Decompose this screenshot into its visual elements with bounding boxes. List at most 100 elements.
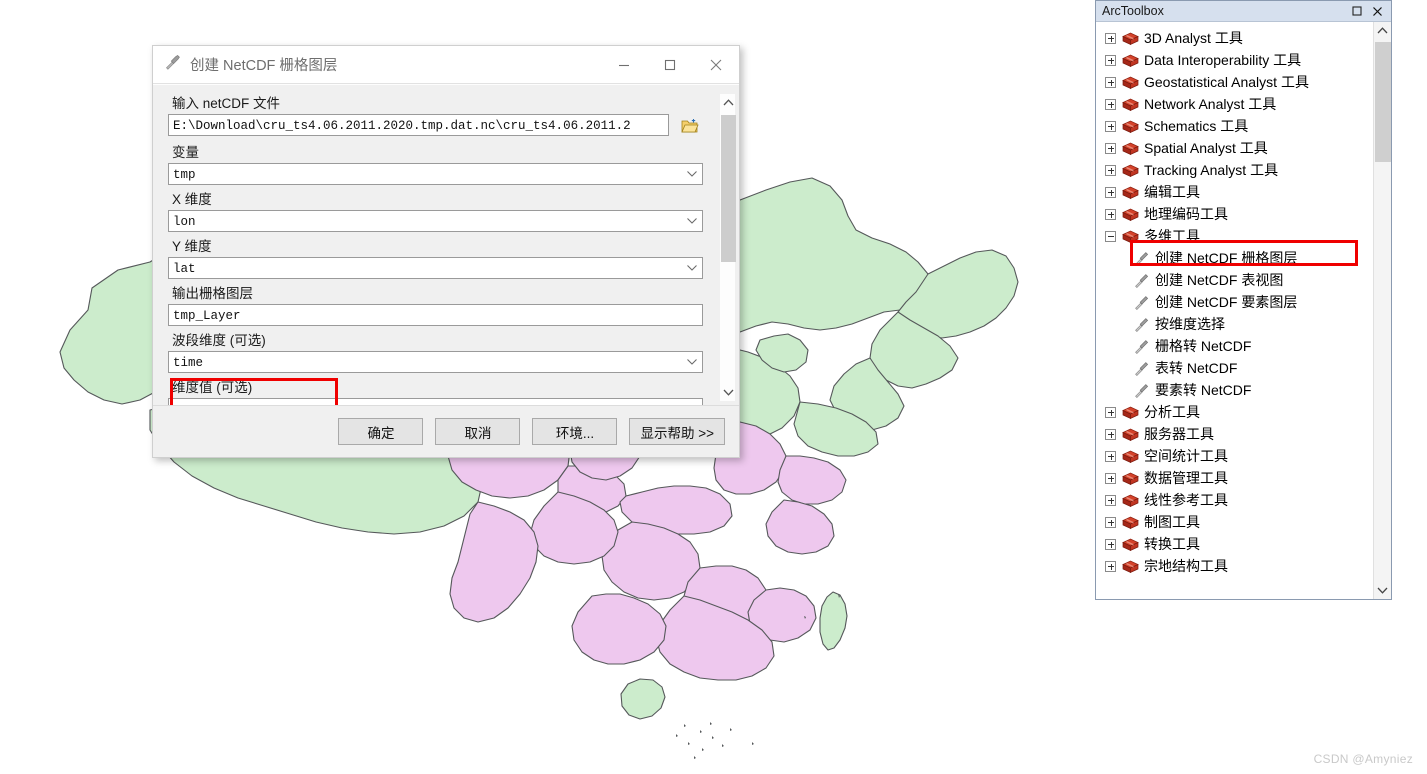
tree-item-label: Geostatistical Analyst 工具 bbox=[1144, 74, 1309, 90]
expand-icon[interactable] bbox=[1105, 164, 1116, 176]
expand-icon[interactable] bbox=[1105, 186, 1116, 198]
tree-item-5[interactable]: Spatial Analyst 工具 bbox=[1105, 137, 1373, 159]
scroll-up-icon[interactable] bbox=[720, 94, 737, 111]
y-dimension-combo[interactable]: lat bbox=[168, 257, 703, 279]
minimize-button[interactable] bbox=[601, 46, 647, 84]
tree-item-9[interactable]: 多维工具 bbox=[1105, 225, 1373, 247]
tree-item-24[interactable]: 宗地结构工具 bbox=[1105, 555, 1373, 577]
tree-item-12[interactable]: 创建 NetCDF 要素图层 bbox=[1105, 291, 1373, 313]
expand-icon[interactable] bbox=[1105, 450, 1116, 462]
expand-icon[interactable] bbox=[1105, 428, 1116, 440]
band-dimension-label: 波段维度 (可选) bbox=[172, 333, 266, 348]
chevron-down-icon bbox=[687, 359, 697, 365]
expand-icon[interactable] bbox=[1105, 494, 1116, 506]
ok-button[interactable]: 确定 bbox=[338, 418, 424, 445]
tree-item-label: 宗地结构工具 bbox=[1144, 558, 1228, 574]
toolbox-icon bbox=[1122, 493, 1139, 508]
dialog-scroll-track[interactable] bbox=[720, 111, 737, 384]
tree-item-3[interactable]: Network Analyst 工具 bbox=[1105, 93, 1373, 115]
expand-icon[interactable] bbox=[1105, 516, 1116, 528]
hammer-icon bbox=[163, 53, 181, 76]
tree-item-label: 创建 NetCDF 栅格图层 bbox=[1155, 250, 1298, 266]
tree-item-label: 转换工具 bbox=[1144, 536, 1200, 552]
expand-icon[interactable] bbox=[1105, 120, 1116, 132]
output-raster-layer-input[interactable]: tmp_Layer bbox=[168, 304, 703, 326]
tree-item-23[interactable]: 转换工具 bbox=[1105, 533, 1373, 555]
dimension-values-row bbox=[168, 398, 703, 405]
collapse-icon[interactable] bbox=[1105, 230, 1116, 242]
toolbox-icon bbox=[1122, 559, 1139, 574]
arctoolbox-titlebar[interactable]: ArcToolbox bbox=[1096, 1, 1391, 22]
arctoolbox-scroll-thumb[interactable] bbox=[1375, 42, 1391, 162]
tree-item-14[interactable]: 栅格转 NetCDF bbox=[1105, 335, 1373, 357]
expand-icon[interactable] bbox=[1105, 54, 1116, 66]
arctoolbox-close-button[interactable] bbox=[1370, 4, 1384, 18]
expand-icon[interactable] bbox=[1105, 538, 1116, 550]
toolbox-icon bbox=[1122, 427, 1139, 442]
cancel-button[interactable]: 取消 bbox=[435, 418, 521, 445]
arctoolbox-scroll-up-icon[interactable] bbox=[1374, 22, 1391, 39]
screen-root: CSDN @Amyniez 创建 NetCDF 栅格图层 输入 netCDF 文… bbox=[0, 0, 1427, 774]
maximize-button[interactable] bbox=[647, 46, 693, 84]
tree-item-6[interactable]: Tracking Analyst 工具 bbox=[1105, 159, 1373, 181]
tree-item-label: 服务器工具 bbox=[1144, 426, 1214, 442]
dimension-values-combo[interactable] bbox=[168, 398, 703, 405]
expand-icon[interactable] bbox=[1105, 32, 1116, 44]
tree-item-19[interactable]: 空间统计工具 bbox=[1105, 445, 1373, 467]
tree-item-18[interactable]: 服务器工具 bbox=[1105, 423, 1373, 445]
dialog-scrollbar[interactable] bbox=[719, 93, 736, 402]
tree-item-1[interactable]: Data Interoperability 工具 bbox=[1105, 49, 1373, 71]
expand-icon[interactable] bbox=[1105, 560, 1116, 572]
scroll-down-icon[interactable] bbox=[720, 384, 737, 401]
browse-folder-button[interactable] bbox=[677, 114, 703, 138]
hammer-icon bbox=[1133, 361, 1149, 376]
dialog-button-bar: 确定 取消 环境... 显示帮助 >> bbox=[153, 405, 739, 457]
tree-item-20[interactable]: 数据管理工具 bbox=[1105, 467, 1373, 489]
arctoolbox-window-controls bbox=[1350, 4, 1391, 18]
tree-item-10[interactable]: 创建 NetCDF 栅格图层 bbox=[1105, 247, 1373, 269]
dialog-titlebar[interactable]: 创建 NetCDF 栅格图层 bbox=[153, 46, 739, 84]
dialog-title: 创建 NetCDF 栅格图层 bbox=[190, 58, 338, 74]
tree-item-8[interactable]: 地理编码工具 bbox=[1105, 203, 1373, 225]
arctoolbox-tree: 3D Analyst 工具 Data Interoperability 工具 Geo… bbox=[1096, 22, 1373, 599]
band-dimension-combo[interactable]: time bbox=[168, 351, 703, 373]
arctoolbox-panel: ArcToolbox 3D Analyst 工具 Data Interoperab… bbox=[1095, 0, 1392, 600]
close-button[interactable] bbox=[693, 46, 739, 84]
variable-combo[interactable]: tmp bbox=[168, 163, 703, 185]
dialog-scroll-thumb[interactable] bbox=[721, 115, 736, 262]
arctoolbox-maximize-button[interactable] bbox=[1350, 4, 1364, 18]
tree-item-label: 制图工具 bbox=[1144, 514, 1200, 530]
tree-item-4[interactable]: Schematics 工具 bbox=[1105, 115, 1373, 137]
tree-item-13[interactable]: 按维度选择 bbox=[1105, 313, 1373, 335]
tree-item-21[interactable]: 线性参考工具 bbox=[1105, 489, 1373, 511]
tree-item-label: Schematics 工具 bbox=[1144, 118, 1249, 134]
tree-item-0[interactable]: 3D Analyst 工具 bbox=[1105, 27, 1373, 49]
input-netcdf-file-input[interactable]: E:\Download\cru_ts4.06.2011.2020.tmp.dat… bbox=[168, 114, 669, 136]
band-dimension-row: time bbox=[168, 351, 703, 373]
tree-item-label: 创建 NetCDF 表视图 bbox=[1155, 272, 1284, 288]
toolbox-icon bbox=[1122, 163, 1139, 178]
chevron-down-icon bbox=[687, 265, 697, 271]
expand-icon[interactable] bbox=[1105, 406, 1116, 418]
arctoolbox-scrollbar[interactable] bbox=[1373, 22, 1391, 599]
tree-item-22[interactable]: 制图工具 bbox=[1105, 511, 1373, 533]
x-dimension-combo[interactable]: lon bbox=[168, 210, 703, 232]
tree-item-17[interactable]: 分析工具 bbox=[1105, 401, 1373, 423]
hammer-icon bbox=[1133, 251, 1149, 266]
expand-icon[interactable] bbox=[1105, 472, 1116, 484]
tree-item-15[interactable]: 表转 NetCDF bbox=[1105, 357, 1373, 379]
chevron-down-icon bbox=[687, 218, 697, 224]
tree-item-11[interactable]: 创建 NetCDF 表视图 bbox=[1105, 269, 1373, 291]
expand-icon[interactable] bbox=[1105, 98, 1116, 110]
expand-icon[interactable] bbox=[1105, 208, 1116, 220]
show-help-button[interactable]: 显示帮助 >> bbox=[629, 418, 725, 445]
tree-item-7[interactable]: 编辑工具 bbox=[1105, 181, 1373, 203]
tree-item-2[interactable]: Geostatistical Analyst 工具 bbox=[1105, 71, 1373, 93]
output-raster-layer-row: tmp_Layer bbox=[168, 304, 703, 326]
environments-button[interactable]: 环境... bbox=[532, 418, 618, 445]
tree-item-16[interactable]: 要素转 NetCDF bbox=[1105, 379, 1373, 401]
expand-icon[interactable] bbox=[1105, 76, 1116, 88]
dimension-values-label: 维度值 (可选) bbox=[172, 380, 253, 395]
expand-icon[interactable] bbox=[1105, 142, 1116, 154]
arctoolbox-scroll-down-icon[interactable] bbox=[1374, 582, 1391, 599]
